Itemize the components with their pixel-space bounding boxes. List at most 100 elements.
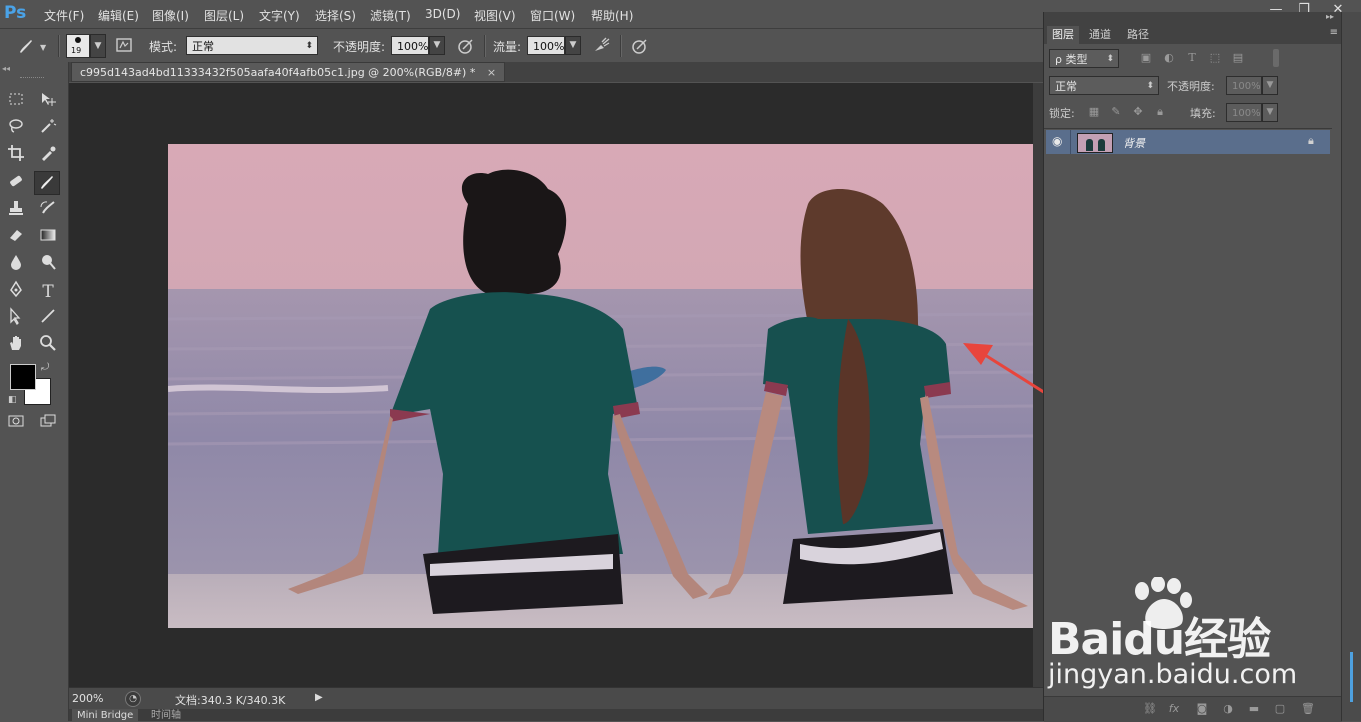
flow-dropdown-icon[interactable]: ▼ (565, 36, 581, 55)
lock-pixels-icon[interactable]: ✎ (1108, 104, 1124, 120)
layer-opacity-input[interactable]: 100% (1226, 76, 1262, 95)
spot-healing-tool-icon[interactable] (3, 172, 29, 196)
tab-mini-bridge[interactable]: Mini Bridge (72, 709, 139, 721)
opacity-dropdown-icon[interactable]: ▼ (429, 36, 445, 55)
menu-edit[interactable]: 编辑(E) (98, 7, 139, 24)
eyedropper-tool-icon[interactable] (35, 144, 61, 168)
adjustment-layer-icon[interactable]: ◑ (1220, 701, 1236, 717)
divider (1070, 130, 1071, 154)
filter-shape-icon[interactable]: ⬚ (1207, 50, 1223, 66)
tab-paths[interactable]: 路径 (1122, 26, 1154, 44)
fill-dropdown-icon[interactable]: ▼ (1262, 103, 1278, 122)
layer-filter-select[interactable]: ρ 类型 ⬍ (1049, 49, 1119, 68)
filter-type-icon[interactable]: T (1184, 50, 1200, 66)
history-brush-tool-icon[interactable] (35, 199, 61, 223)
document-tab[interactable]: c995d143ad4bd11333432f505aafa40f4afb05c1… (71, 62, 506, 82)
close-tab-icon[interactable]: × (487, 66, 496, 79)
menu-view[interactable]: 视图(V) (474, 7, 516, 24)
menu-image[interactable]: 图像(I) (152, 7, 189, 24)
hand-tool-icon[interactable] (3, 334, 29, 358)
mode-select[interactable]: 正常 ⬍ (186, 36, 318, 55)
visibility-eye-icon[interactable]: ◉ (1052, 134, 1062, 148)
pressure-size-icon[interactable] (630, 36, 650, 56)
separator (484, 35, 486, 57)
path-selection-tool-icon[interactable] (3, 307, 29, 331)
menu-window[interactable]: 窗口(W) (530, 7, 575, 24)
line-tool-icon[interactable] (35, 307, 61, 331)
status-info-icon[interactable]: ◔ (125, 691, 141, 707)
magic-wand-tool-icon[interactable] (35, 117, 61, 141)
divider (1044, 128, 1332, 129)
zoom-level[interactable]: 200% (72, 692, 103, 705)
collapse-panel-icon[interactable]: ▸▸ (1326, 12, 1334, 21)
pressure-opacity-icon[interactable] (456, 36, 476, 56)
link-layers-icon[interactable]: ⛓ (1142, 701, 1158, 717)
fill-input[interactable]: 100% (1226, 103, 1262, 122)
flow-input[interactable]: 100% (527, 36, 565, 55)
status-menu-arrow-icon[interactable]: ▶ (315, 692, 323, 703)
layer-row-background[interactable]: ◉ 背景 🔒︎ (1046, 130, 1330, 154)
pen-tool-icon[interactable] (3, 280, 29, 304)
add-mask-icon[interactable]: ◙ (1194, 701, 1210, 717)
opacity-label: 不透明度: (333, 40, 386, 54)
airbrush-icon[interactable] (592, 36, 612, 56)
dodge-tool-icon[interactable] (35, 253, 61, 277)
collapse-panel-icon[interactable]: ◂◂ (2, 64, 10, 73)
blend-mode-select[interactable]: 正常 ⬍ (1049, 76, 1159, 95)
watermark-brand: Baidu经验 (1048, 614, 1271, 665)
zoom-tool-icon[interactable] (35, 334, 61, 358)
brush-picker-arrow-icon[interactable]: ▼ (90, 34, 106, 58)
new-layer-icon[interactable]: ▢ (1272, 701, 1288, 717)
type-tool-icon[interactable]: T (35, 280, 61, 304)
crop-tool-icon[interactable] (3, 144, 29, 168)
eraser-tool-icon[interactable] (3, 226, 29, 250)
gradient-tool-icon[interactable] (35, 226, 61, 250)
swap-colors-icon[interactable]: ⤾ (41, 362, 49, 373)
lock-transparency-icon[interactable]: ▦ (1086, 104, 1102, 120)
tab-layers[interactable]: 图层 (1047, 26, 1079, 44)
tab-timeline[interactable]: 时间轴 (147, 709, 185, 721)
menu-filter[interactable]: 滤镜(T) (370, 7, 411, 24)
brush-panel-toggle-icon[interactable] (114, 36, 134, 56)
brush-tool-preset-icon[interactable] (16, 36, 36, 56)
filter-toggle[interactable] (1273, 49, 1279, 67)
panel-grip[interactable] (20, 77, 44, 80)
filter-adjustment-icon[interactable]: ◐ (1161, 50, 1177, 66)
default-colors-icon[interactable]: ◧ (8, 395, 17, 405)
screen-mode-icon[interactable] (35, 412, 61, 436)
brush-size-picker[interactable]: 19 (66, 34, 90, 58)
menu-file[interactable]: 文件(F) (44, 7, 84, 24)
opacity-input[interactable]: 100% (391, 36, 429, 55)
layer-opacity-dropdown-icon[interactable]: ▼ (1262, 76, 1278, 95)
panel-menu-icon[interactable]: ≡ (1330, 27, 1338, 38)
blur-tool-icon[interactable] (3, 253, 29, 277)
delete-layer-icon[interactable]: 🗑︎ (1300, 701, 1316, 717)
lasso-tool-icon[interactable] (3, 117, 29, 141)
quick-mask-icon[interactable] (3, 412, 29, 436)
new-group-icon[interactable]: ▬ (1246, 701, 1262, 717)
flow-value: 100% (533, 40, 565, 53)
lock-position-icon[interactable]: ✥ (1130, 104, 1146, 120)
lock-all-icon[interactable]: 🔒︎ (1152, 104, 1168, 120)
bottom-panel-tabs: Mini Bridge 时间轴 (69, 709, 1043, 721)
filter-pixel-icon[interactable]: ▣ (1138, 50, 1154, 66)
menu-3d[interactable]: 3D(D) (425, 7, 460, 21)
document-image[interactable] (168, 144, 1033, 628)
brush-tool-icon[interactable] (34, 171, 60, 195)
tab-channels[interactable]: 通道 (1084, 26, 1116, 44)
preset-dropdown-icon[interactable]: ▼ (40, 43, 46, 52)
foreground-color-swatch[interactable] (10, 364, 36, 390)
layer-filter-value: ρ 类型 (1055, 53, 1088, 66)
marquee-tool-icon[interactable] (3, 90, 29, 114)
menu-select[interactable]: 选择(S) (315, 7, 356, 24)
tools-panel: ◂◂ T ⤾ ◧ (0, 62, 69, 721)
move-tool-icon[interactable] (35, 90, 61, 114)
menu-layer[interactable]: 图层(L) (204, 7, 244, 24)
filter-smart-object-icon[interactable]: ▤ (1230, 50, 1246, 66)
menu-help[interactable]: 帮助(H) (591, 7, 633, 24)
couple-on-beach-photo (168, 144, 1033, 628)
clone-stamp-tool-icon[interactable] (3, 199, 29, 223)
layer-name[interactable]: 背景 (1123, 135, 1145, 151)
menu-type[interactable]: 文字(Y) (259, 7, 300, 24)
fx-icon[interactable]: fx (1166, 701, 1182, 717)
